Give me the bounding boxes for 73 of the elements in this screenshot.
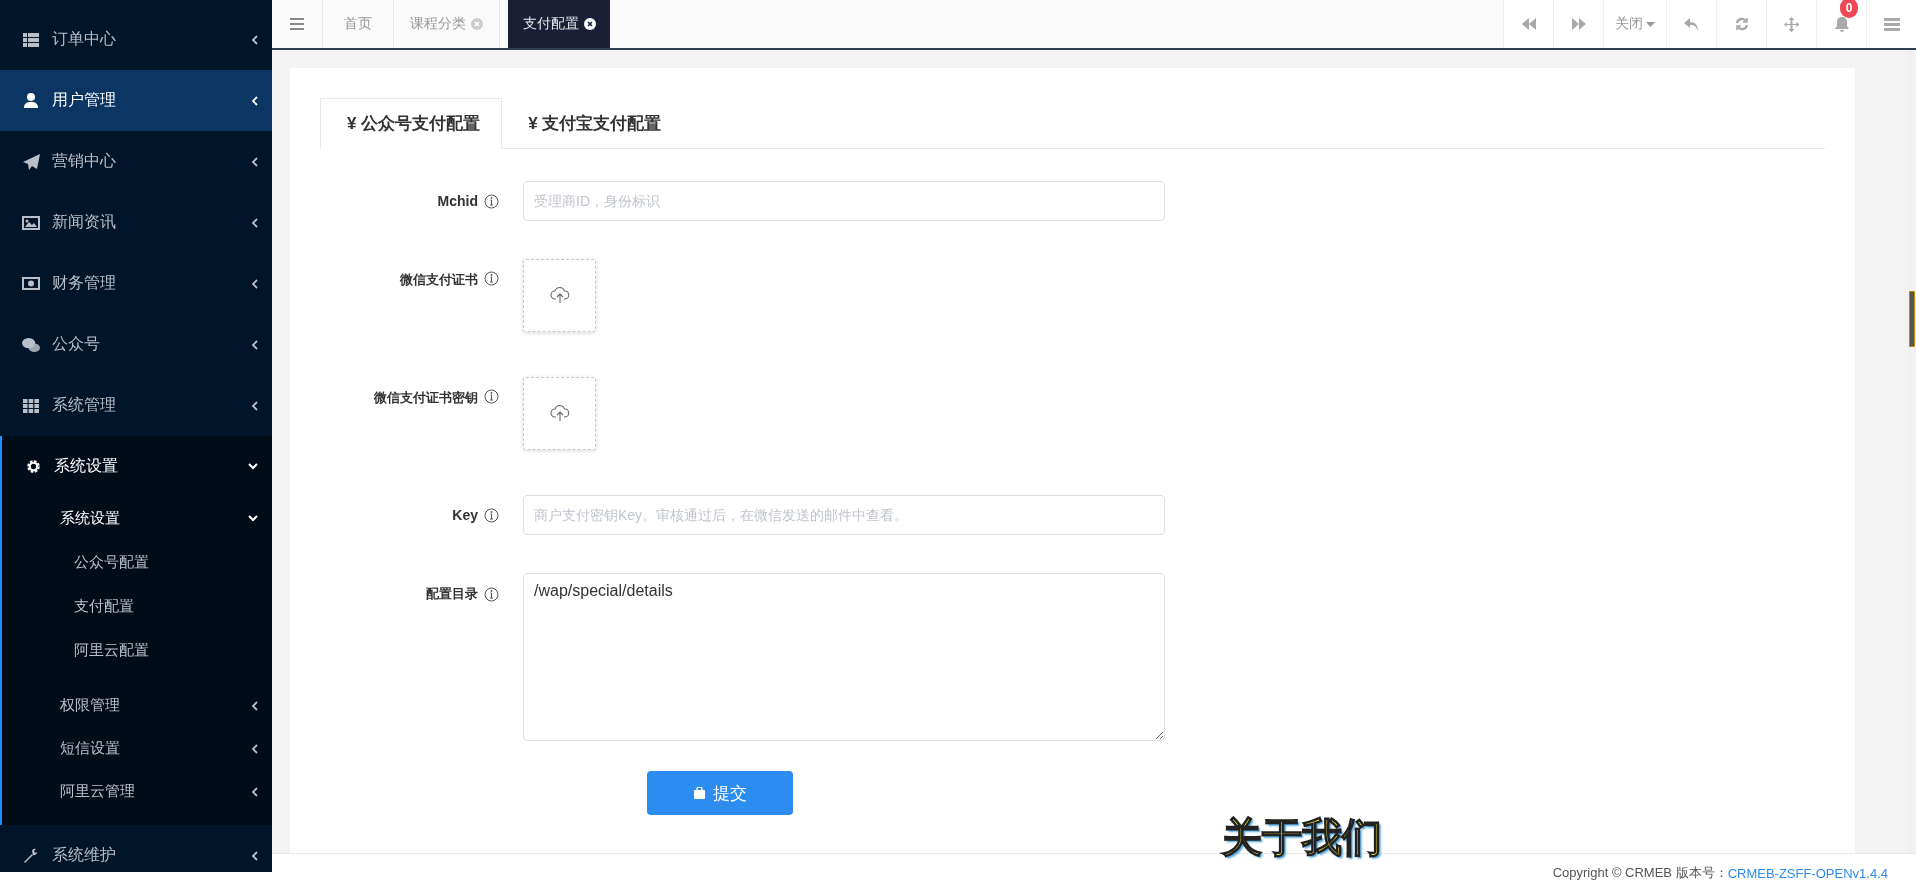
cloud-upload-icon — [549, 287, 570, 304]
field-label: 微信支付证书 — [400, 271, 478, 289]
info-icon — [484, 507, 499, 523]
floating-text: 关于我们 — [1222, 814, 1382, 861]
banknote-icon — [22, 277, 40, 290]
chevron-left-icon — [251, 95, 258, 106]
input-field[interactable]: 商户支付密钥Key。审核通过后，在微信发送的邮件中查看。 — [523, 495, 1165, 535]
paper-plane-icon — [22, 153, 40, 170]
textarea-field[interactable]: /wap/special/details — [523, 573, 1165, 741]
submenu-item[interactable]: 阿里云配置 — [2, 628, 272, 672]
sidebar-item[interactable]: 公众号 — [0, 314, 272, 375]
chevron-left-icon — [251, 786, 258, 797]
submenu-item[interactable]: 权限管理 — [2, 684, 272, 727]
menu-icon — [1883, 17, 1900, 31]
bell-icon — [1834, 16, 1849, 32]
copyright-text: Copyright © CRMEB 版本号： — [1552, 864, 1728, 882]
sidebar-item[interactable]: 系统设置 — [2, 436, 272, 497]
move-icon — [1784, 16, 1799, 32]
user-icon — [24, 93, 38, 108]
sidebar-item[interactable]: 订单中心 — [0, 9, 272, 70]
upload-box[interactable] — [523, 259, 596, 332]
chevron-left-icon — [251, 156, 258, 167]
notification-button[interactable]: 0 — [1816, 0, 1866, 48]
menu-icon — [290, 18, 304, 30]
chevron-left-icon — [251, 700, 258, 711]
submenu-item[interactable]: 阿里云管理 — [2, 770, 272, 813]
chevron-left-icon — [251, 278, 258, 289]
info-icon — [484, 389, 499, 404]
rewind-icon — [1521, 18, 1536, 30]
refresh-icon — [1734, 17, 1749, 31]
sidebar-item[interactable]: 系统维护 — [0, 825, 272, 872]
submenu-item[interactable]: 支付配置 — [2, 584, 272, 628]
chevron-left-icon — [251, 850, 258, 861]
form-tab[interactable]: ¥ 公众号支付配置 — [320, 98, 503, 149]
info-icon — [484, 271, 499, 286]
form-tab[interactable]: ¥ 支付宝支付配置 — [502, 98, 688, 149]
sidebar-item[interactable]: 新闻资讯 — [0, 192, 272, 253]
fast-forward-icon — [1571, 18, 1586, 30]
caret-icon — [1646, 21, 1655, 27]
info-icon — [484, 193, 499, 209]
chevron-left-icon — [251, 400, 258, 411]
chevron-down-icon — [248, 463, 258, 470]
cloud-upload-icon — [549, 405, 570, 422]
upload-box[interactable] — [523, 377, 596, 450]
sidebar-item[interactable]: 系统管理 — [0, 375, 272, 436]
submenu-item[interactable]: 公众号配置 — [2, 540, 272, 584]
back-icon — [1684, 17, 1699, 31]
field-label: Key — [452, 507, 478, 523]
field-label: 微信支付证书密钥 — [374, 389, 478, 407]
sidebar-item[interactable]: 用户管理 — [0, 70, 272, 131]
field-label: Mchid — [437, 193, 478, 209]
image-icon — [22, 215, 40, 230]
input-field[interactable]: 受理商ID，身份标识 — [523, 181, 1165, 221]
sidebar-item[interactable]: 财务管理 — [0, 253, 272, 314]
close-icon[interactable] — [584, 18, 596, 30]
chevron-left-icon — [251, 34, 258, 45]
notification-badge: 0 — [1840, 0, 1858, 18]
info-icon — [484, 586, 499, 602]
grid-icon — [23, 398, 39, 413]
chevron-left-icon — [251, 217, 258, 228]
chevron-left-icon — [251, 339, 258, 350]
submenu-item[interactable]: 系统设置 — [2, 497, 272, 540]
field-label: 配置目录 — [426, 585, 478, 603]
chevron-down-icon — [248, 515, 258, 522]
sidebar-item[interactable]: 营销中心 — [0, 131, 272, 192]
chat-bubbles-icon — [22, 336, 40, 353]
chevron-left-icon — [251, 743, 258, 754]
settings-icon — [25, 459, 41, 474]
page-tab[interactable]: 支付配置 — [508, 0, 610, 48]
submenu-item[interactable]: 短信设置 — [2, 727, 272, 770]
wrench-icon — [23, 847, 39, 864]
bag-icon — [693, 787, 705, 799]
list-icon — [23, 32, 39, 47]
